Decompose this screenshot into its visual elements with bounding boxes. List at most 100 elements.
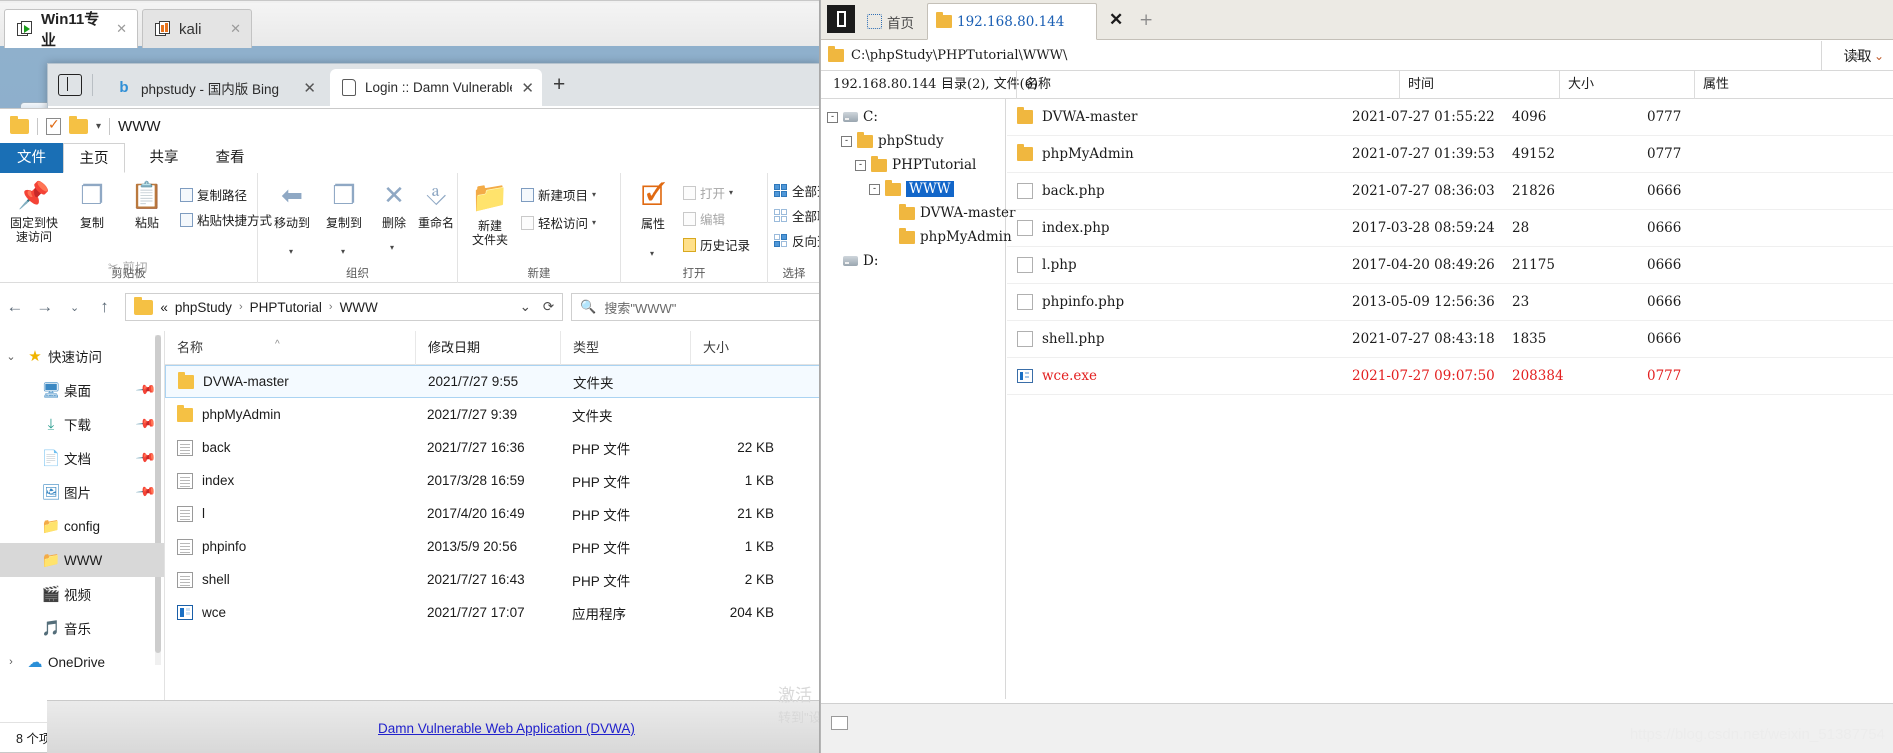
table-row[interactable]: phpMyAdmin 2021/7/27 9:39 文件夹	[165, 398, 820, 431]
close-icon[interactable]: ✕	[303, 79, 316, 97]
column-header-size[interactable]: 大小	[690, 330, 782, 365]
nav-item-快速访问[interactable]: ⌄ ★ 快速访问	[0, 339, 164, 373]
copy-path-button[interactable]: 复制路径	[180, 185, 247, 204]
history-button[interactable]: 历史记录	[683, 235, 750, 254]
tree-node-d[interactable]: D:	[821, 249, 1005, 273]
table-row[interactable]: back 2021/7/27 16:36 PHP 文件 22 KB	[165, 431, 820, 464]
dvwa-link[interactable]: Damn Vulnerable Web Application (DVWA)	[378, 721, 635, 736]
properties-button[interactable]: 🗹 属性	[623, 179, 683, 231]
ribbon-tab-view[interactable]: 查看	[199, 143, 261, 173]
tree-node-phpstudy[interactable]: - phpStudy	[821, 129, 1005, 153]
new-folder-icon[interactable]	[69, 115, 88, 134]
edit-button[interactable]: 编辑	[683, 209, 725, 228]
tree-expander[interactable]: -	[855, 159, 866, 171]
refresh-icon[interactable]: ⟳	[543, 299, 554, 315]
close-icon[interactable]: ✕	[521, 79, 534, 97]
recent-locations-button[interactable]: ⌄	[60, 301, 90, 314]
table-row[interactable]: back.php 2021-07-27 08:36:03 21826 0666	[1007, 173, 1893, 210]
new-tab-button[interactable]: +	[553, 74, 565, 95]
back-button[interactable]: ←	[0, 297, 30, 317]
tree-node-dvwa-master[interactable]: DVWA-master	[821, 201, 1016, 225]
table-row[interactable]: l 2017/4/20 16:49 PHP 文件 21 KB	[165, 497, 820, 530]
ribbon-tab-file[interactable]: 文件	[0, 143, 63, 173]
column-header-name[interactable]: 名称 ^	[165, 331, 415, 365]
breadcrumb-item-phpstudy[interactable]: phpStudy	[175, 300, 232, 315]
up-button[interactable]: ↑	[90, 297, 120, 317]
pin-icon[interactable]: 📌	[135, 447, 157, 470]
close-icon[interactable]: ✕	[230, 21, 241, 37]
chevron-down-icon[interactable]: ▾	[650, 249, 654, 258]
table-row[interactable]: phpinfo 2013/5/9 20:56 PHP 文件 1 KB	[165, 530, 820, 563]
nav-item-音乐[interactable]: 🎵 音乐	[0, 611, 164, 645]
easy-access-button[interactable]: 轻松访问 ▾	[521, 213, 596, 232]
tree-node-phptutorial[interactable]: - PHPTutorial	[821, 153, 1005, 177]
move-to-button[interactable]: ⬅ 移动到	[262, 178, 322, 230]
table-row[interactable]: DVWA-master 2021-07-27 01:55:22 4096 0777	[1007, 99, 1893, 136]
breadcrumb[interactable]: « phpStudy › PHPTutorial › WWW ⌄ ⟳	[125, 293, 564, 321]
address-dropdown-icon[interactable]: ⌄	[520, 299, 531, 315]
table-row[interactable]: shell 2021/7/27 16:43 PHP 文件 2 KB	[165, 563, 820, 596]
tree-node-c[interactable]: - C:	[821, 105, 1005, 129]
nav-item-config[interactable]: 📁 config	[0, 509, 164, 543]
open-button[interactable]: 打开 ▾	[683, 183, 733, 202]
read-button[interactable]: 读取	[1821, 41, 1893, 71]
chevron-down-icon[interactable]: ▾	[592, 190, 596, 199]
browser-tab-dvwa[interactable]: Login :: Damn Vulnerable Web A ✕	[330, 69, 542, 106]
chevron-down-icon[interactable]: ▾	[289, 247, 293, 256]
chevron-down-icon[interactable]: ▾	[592, 218, 596, 227]
table-row[interactable]: l.php 2017-04-20 08:49:26 21175 0666	[1007, 247, 1893, 284]
table-row[interactable]: shell.php 2021-07-27 08:43:18 1835 0666	[1007, 321, 1893, 358]
path-bar[interactable]: C:\phpStudy\PHPTutorial\WWW\ ± ⌄	[821, 41, 1893, 71]
column-header-attr[interactable]: 属性	[1694, 71, 1729, 99]
ribbon-tab-share[interactable]: 共享	[133, 143, 195, 173]
webshell-tab-host[interactable]: 192.168.80.144	[927, 3, 1097, 40]
table-row[interactable]: phpMyAdmin 2021-07-27 01:39:53 49152 0777	[1007, 136, 1893, 173]
chevron-down-icon[interactable]: ▾	[341, 247, 345, 256]
chevron-down-icon[interactable]: ▾	[729, 188, 733, 197]
vmware-tab-kali[interactable]: kali ✕	[142, 9, 252, 48]
nav-item-下载[interactable]: ⤓ 下载 📌	[0, 407, 164, 441]
nav-item-图片[interactable]: 🖼 图片 📌	[0, 475, 164, 509]
chevron-down-icon[interactable]: ▾	[96, 121, 101, 132]
copy-button[interactable]: ❐ 复制	[62, 178, 122, 230]
nav-item-文档[interactable]: 📄 文档 📌	[0, 441, 164, 475]
pin-icon[interactable]: 📌	[135, 481, 157, 504]
table-row[interactable]: index.php 2017-03-28 08:59:24 28 0666	[1007, 210, 1893, 247]
ribbon-tab-home[interactable]: 主页	[63, 143, 125, 173]
column-header-size[interactable]: 大小	[1559, 71, 1594, 99]
tree-expander[interactable]: ⌄	[0, 350, 22, 363]
forward-button[interactable]: →	[30, 297, 60, 317]
search-input[interactable]: 🔍 搜索"WWW"	[571, 293, 820, 321]
column-header-name[interactable]: 名称	[1016, 71, 1051, 99]
close-icon[interactable]: ✕	[1109, 10, 1123, 30]
new-tab-button[interactable]: +	[1139, 10, 1153, 30]
nav-item-www[interactable]: 📁 WWW	[0, 543, 164, 577]
tree-expander[interactable]: -	[827, 111, 838, 123]
close-icon[interactable]: ✕	[116, 21, 127, 37]
vmware-tab-win11[interactable]: Win11专业 ✕	[4, 9, 138, 49]
path-input[interactable]: C:\phpStudy\PHPTutorial\WWW\	[851, 48, 1067, 63]
table-row[interactable]: wce.exe 2021-07-27 09:07:50 208384 0777	[1007, 358, 1893, 395]
tree-expander[interactable]: -	[841, 135, 852, 147]
nav-item-视频[interactable]: 🎬 视频	[0, 577, 164, 611]
split-screen-icon[interactable]	[58, 74, 82, 96]
pin-icon[interactable]: 📌	[135, 413, 157, 436]
paste-button[interactable]: 📋 粘贴	[117, 178, 177, 230]
nav-item-onedrive[interactable]: › ☁ OneDrive	[0, 645, 164, 679]
column-header-time[interactable]: 时间	[1399, 71, 1434, 99]
breadcrumb-item-www[interactable]: WWW	[340, 300, 378, 315]
rename-button[interactable]: ⎀ 重命名	[406, 178, 466, 230]
pin-icon[interactable]: 📌	[135, 379, 157, 402]
column-header-date[interactable]: 修改日期	[415, 330, 560, 365]
properties-check-icon[interactable]	[46, 116, 61, 135]
tree-node-www[interactable]: - WWW	[821, 177, 1005, 201]
tree-expander[interactable]: -	[869, 183, 880, 195]
pin-to-quick-access-button[interactable]: 📌 固定到快 速访问	[4, 178, 64, 244]
webshell-tab-home[interactable]: 首页	[859, 3, 925, 40]
table-row[interactable]: phpinfo.php 2013-05-09 12:56:36 23 0666	[1007, 284, 1893, 321]
table-row[interactable]: index 2017/3/28 16:59 PHP 文件 1 KB	[165, 464, 820, 497]
browser-tab-bing[interactable]: b phpstudy - 国内版 Bing ✕	[104, 69, 324, 106]
tree-node-phpmyadmin[interactable]: phpMyAdmin	[821, 225, 1012, 249]
new-folder-button[interactable]: 📁 新建 文件夹	[460, 181, 520, 247]
column-header-type[interactable]: 类型	[560, 330, 690, 365]
